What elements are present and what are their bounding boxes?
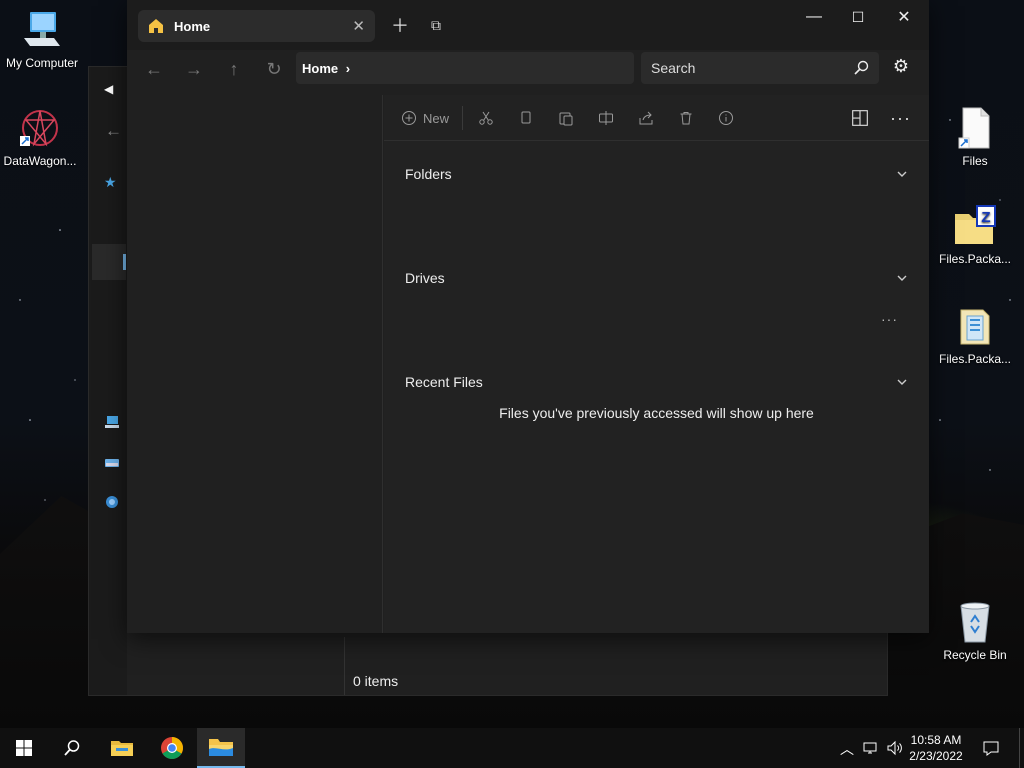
chevron-down-icon[interactable] bbox=[895, 167, 909, 181]
network-icon[interactable] bbox=[104, 494, 120, 510]
chevron-down-icon[interactable] bbox=[895, 271, 909, 285]
desktop-icon-my-computer[interactable]: My Computer bbox=[0, 8, 84, 70]
home-content: New ··· Folders Drives ··· Recent Files … bbox=[384, 95, 929, 633]
sidebar bbox=[127, 95, 383, 633]
svg-text:Z: Z bbox=[981, 209, 990, 226]
forward-button[interactable]: → bbox=[179, 54, 209, 84]
chrome-icon bbox=[161, 737, 183, 759]
files-app-window: Home ✕ ＋ ⧉ ― ☐ ✕ ← → ↑ ↻ Home › Search ⚙… bbox=[127, 0, 929, 633]
back-button[interactable]: ← bbox=[139, 54, 169, 84]
navigation-bar: ← → ↑ ↻ Home › Search ⚙ bbox=[127, 50, 929, 88]
section-drives-header[interactable]: Drives bbox=[405, 270, 445, 286]
rename-button[interactable] bbox=[598, 107, 614, 129]
show-desktop-button[interactable] bbox=[1019, 728, 1024, 768]
chrome-taskbar-button[interactable] bbox=[148, 728, 196, 768]
paste-button[interactable] bbox=[558, 107, 574, 129]
selected-nav-item[interactable] bbox=[92, 244, 126, 280]
clock-date: 2/23/2022 bbox=[909, 749, 963, 763]
rename-icon bbox=[599, 111, 613, 125]
clock-time: 10:58 AM bbox=[910, 733, 962, 747]
desktop-icon-files-package-zip[interactable]: Z Files.Packa... bbox=[933, 204, 1017, 266]
file-shortcut-icon bbox=[953, 106, 997, 150]
back-arrow-icon[interactable]: ← bbox=[105, 121, 122, 141]
show-hidden-icons-chevron-icon[interactable]: ︿ bbox=[838, 739, 856, 757]
network-tray-icon[interactable] bbox=[862, 739, 880, 757]
share-button[interactable] bbox=[638, 107, 654, 129]
file-explorer-taskbar-button[interactable] bbox=[98, 728, 146, 768]
up-button[interactable]: ↑ bbox=[219, 54, 249, 84]
settings-gear-icon[interactable]: ⚙ bbox=[889, 56, 913, 80]
computer-icon bbox=[20, 8, 64, 52]
desktop-icon-datawagon[interactable]: DataWagon... bbox=[0, 106, 80, 168]
quick-access-icon[interactable]: ★ bbox=[104, 174, 120, 190]
section-recent-files-header[interactable]: Recent Files bbox=[405, 374, 483, 390]
desktop-icon-files[interactable]: Files bbox=[933, 106, 1017, 168]
background-window-nav-strip bbox=[89, 67, 127, 695]
search-taskbar-button[interactable] bbox=[48, 728, 96, 768]
close-tab-icon[interactable]: ✕ bbox=[352, 17, 365, 35]
files-app-icon bbox=[209, 739, 233, 756]
breadcrumb-home[interactable]: Home bbox=[302, 61, 338, 76]
tab-home[interactable]: Home ✕ bbox=[138, 10, 375, 42]
minimize-button[interactable]: ― bbox=[791, 0, 837, 34]
search-icon[interactable] bbox=[853, 60, 869, 76]
start-button[interactable] bbox=[0, 728, 48, 768]
new-button[interactable]: New bbox=[401, 107, 449, 129]
home-icon bbox=[149, 19, 163, 33]
breadcrumb-chevron-icon[interactable]: › bbox=[346, 61, 350, 76]
close-window-button[interactable]: ✕ bbox=[881, 0, 927, 34]
recent-files-empty-message: Files you've previously accessed will sh… bbox=[499, 405, 814, 421]
desktop-icon-recycle-bin[interactable]: Recycle Bin bbox=[933, 600, 1017, 662]
this-pc-icon[interactable] bbox=[104, 414, 120, 430]
delete-icon bbox=[680, 112, 692, 125]
drives-more-icon[interactable]: ··· bbox=[881, 311, 898, 327]
package-icon bbox=[953, 304, 997, 348]
recycle-bin-icon bbox=[953, 600, 997, 644]
cut-button[interactable] bbox=[478, 107, 494, 129]
search-icon bbox=[64, 740, 80, 756]
command-toolbar: New ··· bbox=[384, 95, 929, 141]
duplicate-tab-icon[interactable]: ⧉ bbox=[421, 10, 451, 40]
action-center-icon[interactable] bbox=[982, 739, 1000, 757]
collapse-pane-icon[interactable]: ◀ bbox=[104, 82, 113, 96]
zip-folder-icon: Z bbox=[953, 204, 997, 248]
search-box[interactable]: Search bbox=[641, 52, 879, 84]
properties-button[interactable] bbox=[718, 107, 734, 129]
layout-button[interactable] bbox=[851, 107, 869, 129]
add-circle-icon bbox=[402, 111, 416, 125]
refresh-button[interactable]: ↻ bbox=[259, 54, 289, 84]
toolbar-divider bbox=[462, 106, 463, 130]
copy-icon bbox=[521, 111, 531, 124]
windows-logo-icon bbox=[16, 740, 32, 756]
maximize-button[interactable]: ☐ bbox=[835, 0, 881, 34]
paste-icon bbox=[559, 112, 573, 126]
background-window-status-bar: 0 items bbox=[344, 637, 887, 695]
more-options-icon[interactable]: ··· bbox=[890, 107, 911, 129]
system-clock[interactable]: 10:58 AM 2/23/2022 bbox=[906, 732, 966, 764]
cut-icon bbox=[479, 111, 493, 125]
item-count-text: 0 items bbox=[353, 673, 399, 689]
share-icon bbox=[639, 111, 653, 125]
tab-title: Home bbox=[174, 18, 211, 34]
folder-icon bbox=[111, 741, 133, 756]
delete-button[interactable] bbox=[678, 107, 694, 129]
search-placeholder: Search bbox=[651, 60, 696, 76]
layout-grid-icon bbox=[852, 110, 868, 126]
copy-button[interactable] bbox=[518, 107, 534, 129]
volume-tray-icon[interactable] bbox=[886, 739, 904, 757]
title-bar: Home ✕ ＋ ⧉ ― ☐ ✕ bbox=[127, 0, 929, 50]
address-bar[interactable]: Home › bbox=[296, 52, 634, 84]
desktop-icon-files-package[interactable]: Files.Packa... bbox=[933, 304, 1017, 366]
network-drive-icon[interactable] bbox=[104, 454, 120, 470]
new-tab-button[interactable]: ＋ bbox=[385, 10, 415, 40]
datawagon-icon bbox=[18, 106, 62, 150]
files-app-taskbar-button[interactable] bbox=[197, 728, 245, 768]
taskbar: ︿ 10:58 AM 2/23/2022 bbox=[0, 728, 1024, 768]
section-folders-header[interactable]: Folders bbox=[405, 166, 452, 182]
chevron-down-icon[interactable] bbox=[895, 375, 909, 389]
info-icon bbox=[719, 111, 733, 125]
